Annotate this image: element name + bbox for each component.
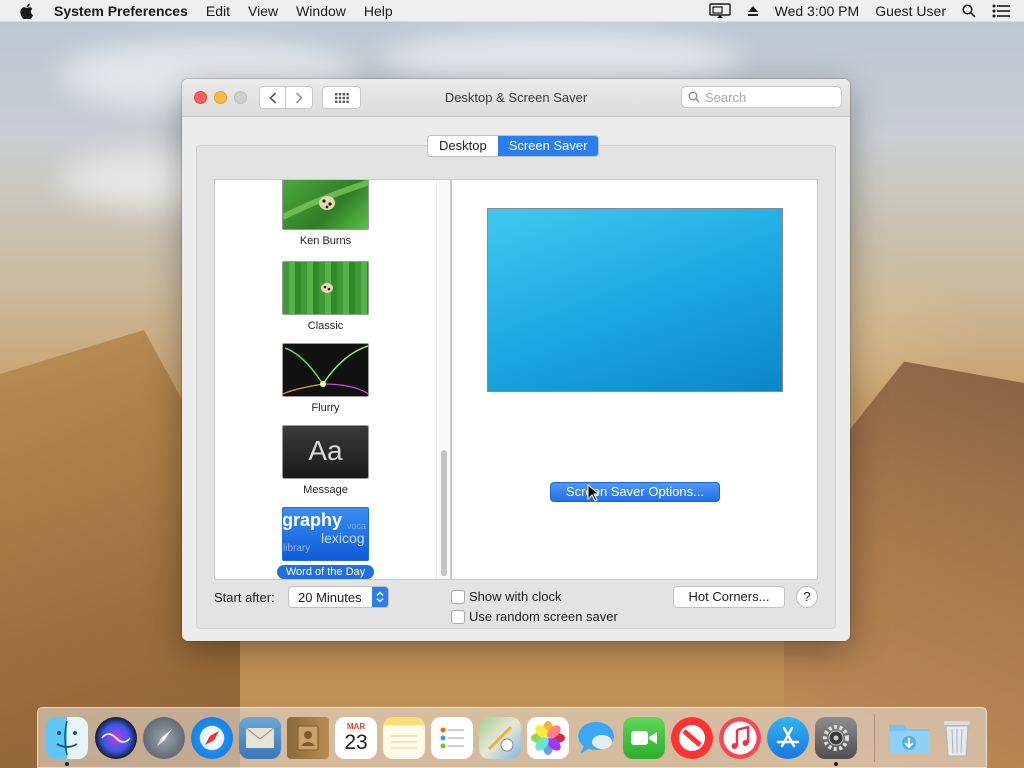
- flurry-streaks-icon: [283, 345, 368, 395]
- list-item-message[interactable]: Aa Message: [215, 425, 436, 497]
- random-screen-saver-checkbox[interactable]: [451, 610, 465, 624]
- wotd-word-1: graphy: [282, 510, 343, 530]
- launchpad-icon[interactable]: [143, 717, 185, 759]
- news-icon[interactable]: [671, 717, 713, 759]
- list-item-flurry[interactable]: Flurry: [215, 343, 436, 415]
- contacts-icon[interactable]: [287, 717, 329, 759]
- app-store-icon[interactable]: [767, 717, 809, 759]
- screen-saver-preview: [487, 208, 783, 392]
- list-item-word-of-the-day[interactable]: graphy lexicog library voca Word of the …: [215, 507, 436, 579]
- menu-view[interactable]: View: [248, 3, 278, 19]
- menu-help[interactable]: Help: [364, 3, 393, 19]
- calendar-day: 23: [344, 731, 368, 754]
- ladybug-icon: [283, 180, 368, 220]
- screen-saver-options-button[interactable]: Screen Saver Options...: [550, 482, 720, 502]
- preview-panel: Screen Saver Options...: [451, 179, 818, 580]
- airplay-display-icon[interactable]: [708, 2, 731, 19]
- start-after-select[interactable]: 20 Minutes: [288, 586, 389, 608]
- tab-bar: Desktop Screen Saver: [427, 135, 600, 157]
- messages-icon[interactable]: [575, 717, 617, 759]
- search-icon: [688, 91, 700, 103]
- search-input[interactable]: [705, 89, 825, 105]
- trash-icon[interactable]: [936, 717, 978, 759]
- show-with-clock-label[interactable]: Show with clock: [469, 589, 561, 604]
- downloads-folder-icon[interactable]: [888, 717, 930, 759]
- list-item-classic[interactable]: Classic: [215, 261, 436, 333]
- wotd-word-3: library: [283, 543, 311, 554]
- tab-desktop[interactable]: Desktop: [428, 136, 498, 156]
- mouse-cursor-icon: [587, 484, 599, 502]
- finder-running-indicator: [65, 762, 69, 766]
- menu-edit[interactable]: Edit: [206, 3, 230, 19]
- photos-icon[interactable]: [527, 717, 569, 759]
- flurry-thumbnail: [282, 343, 369, 397]
- random-screen-saver-label[interactable]: Use random screen saver: [469, 609, 618, 624]
- list-scroll-thumb[interactable]: [441, 450, 447, 576]
- search-field[interactable]: [681, 86, 842, 108]
- list-item-ken-burns[interactable]: Ken Burns: [215, 180, 436, 248]
- wotd-word-2: lexicog: [321, 530, 365, 546]
- reminders-icon[interactable]: [431, 717, 473, 759]
- word-of-the-day-label: Word of the Day: [276, 565, 375, 579]
- notification-center-icon[interactable]: [992, 4, 1010, 18]
- spotlight-search-icon[interactable]: [962, 3, 976, 18]
- menu-bar: System Preferences Edit View Window Help…: [0, 0, 1024, 22]
- menu-app-name[interactable]: System Preferences: [54, 3, 188, 19]
- popup-arrows-icon: [372, 587, 388, 607]
- facetime-icon[interactable]: [623, 717, 665, 759]
- mail-icon[interactable]: [239, 717, 281, 759]
- dock: MAR 23: [37, 707, 987, 768]
- show-with-clock-checkbox[interactable]: [451, 590, 465, 604]
- siri-icon[interactable]: [95, 717, 137, 759]
- calendar-icon[interactable]: MAR 23: [335, 717, 377, 759]
- message-thumbnail: Aa: [282, 425, 369, 479]
- word-of-the-day-thumbnail: graphy lexicog library voca: [282, 507, 369, 561]
- safari-icon[interactable]: [191, 717, 233, 759]
- help-button[interactable]: ?: [796, 586, 818, 608]
- ken-burns-thumbnail: [282, 180, 369, 230]
- menu-user[interactable]: Guest User: [875, 3, 946, 19]
- menu-window[interactable]: Window: [296, 3, 346, 19]
- classic-thumbnail: [282, 261, 369, 315]
- list-scrollbar[interactable]: [436, 180, 450, 579]
- ken-burns-label: Ken Burns: [299, 235, 352, 247]
- message-thumb-text: Aa: [308, 435, 343, 466]
- menu-clock[interactable]: Wed 3:00 PM: [775, 3, 860, 19]
- desktop-screen-saver-window: Desktop & Screen Saver Desktop Screen Sa…: [182, 79, 850, 641]
- ladybug-icon: [321, 283, 333, 293]
- notes-icon[interactable]: [383, 717, 425, 759]
- title-bar[interactable]: Desktop & Screen Saver: [182, 79, 850, 117]
- start-after-value: 20 Minutes: [298, 589, 362, 605]
- start-after-label: Start after:: [214, 590, 275, 605]
- maps-icon[interactable]: [479, 717, 521, 759]
- tab-screen-saver[interactable]: Screen Saver: [497, 136, 599, 156]
- system-preferences-icon[interactable]: [815, 717, 857, 759]
- apple-menu-icon[interactable]: [18, 3, 36, 19]
- system-preferences-running-indicator: [834, 762, 838, 766]
- classic-label: Classic: [307, 320, 344, 332]
- message-label: Message: [303, 484, 348, 496]
- itunes-icon[interactable]: [719, 717, 761, 759]
- finder-icon[interactable]: [46, 717, 88, 759]
- dock-separator: [874, 714, 875, 762]
- wotd-word-4: voca: [347, 521, 367, 531]
- eject-icon[interactable]: [747, 5, 759, 17]
- hot-corners-button[interactable]: Hot Corners...: [673, 586, 785, 608]
- screen-saver-list[interactable]: Ken Burns Classic Flurry Aa Message grap…: [214, 179, 451, 580]
- flurry-label: Flurry: [311, 402, 340, 414]
